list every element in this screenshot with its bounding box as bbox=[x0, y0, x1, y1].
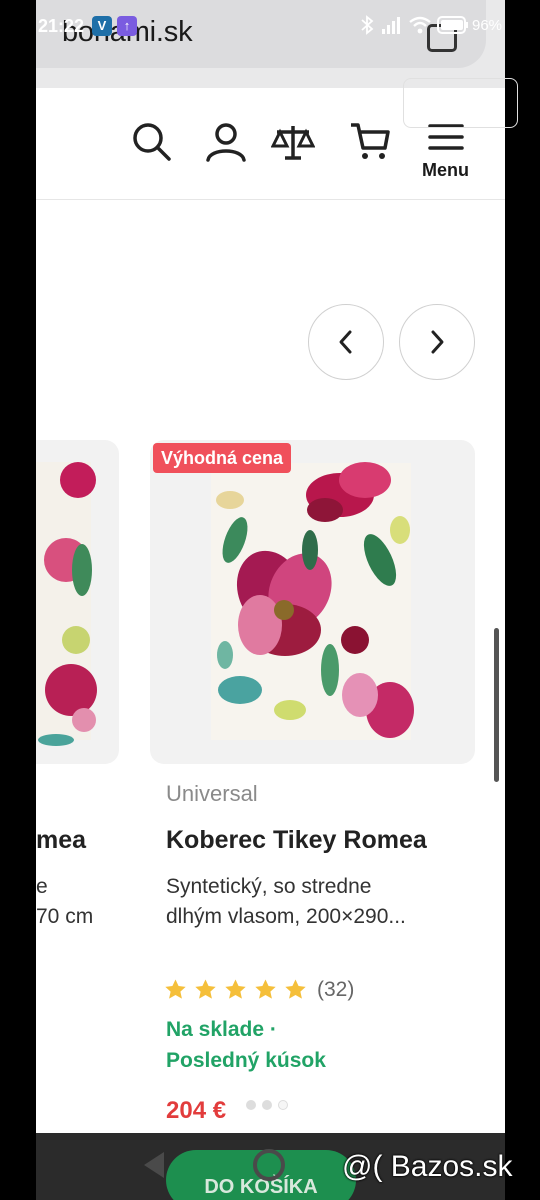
account-icon[interactable] bbox=[204, 120, 248, 164]
product-image[interactable] bbox=[150, 440, 475, 764]
menu-label[interactable]: Menu bbox=[422, 160, 469, 181]
deal-badge: Výhodná cena bbox=[153, 443, 292, 473]
stock-line: Na sklade · bbox=[166, 1018, 277, 1041]
chevron-right-icon bbox=[431, 330, 444, 354]
review-count[interactable]: (32) bbox=[317, 978, 354, 1002]
carousel-prev-button[interactable] bbox=[308, 304, 384, 380]
product-title-left[interactable]: mea bbox=[36, 826, 86, 855]
app-badge-upload-icon: ↑ bbox=[117, 16, 137, 36]
star-icon bbox=[225, 979, 246, 999]
compare-icon[interactable] bbox=[271, 120, 315, 164]
wifi-icon bbox=[409, 16, 431, 34]
bluetooth-icon bbox=[361, 15, 374, 35]
stock-status: Na sklade · Posledný kúsok bbox=[166, 1014, 326, 1076]
desc-line: e bbox=[36, 875, 48, 898]
product-price: 204 € bbox=[166, 1097, 227, 1124]
rating-stars bbox=[164, 978, 307, 1001]
product-image-left[interactable] bbox=[36, 440, 119, 764]
star-icon bbox=[165, 979, 186, 999]
floral-rug-image bbox=[36, 462, 97, 746]
status-bar: 21:22 V ↑ 96% bbox=[0, 0, 540, 52]
star-icon bbox=[195, 979, 216, 999]
desc-line: dlhým vlasom, 200×290... bbox=[166, 905, 406, 928]
home-nav-icon[interactable] bbox=[253, 1149, 285, 1181]
carousel-dot[interactable] bbox=[262, 1100, 272, 1110]
app-badge-v: V bbox=[92, 16, 112, 36]
signal-icon bbox=[382, 17, 400, 34]
web-page: bonami.sk bbox=[36, 0, 505, 1200]
carousel-dot-active[interactable] bbox=[278, 1100, 288, 1110]
floral-rug-image bbox=[211, 462, 414, 740]
search-icon[interactable] bbox=[130, 120, 174, 164]
product-desc-left: e 70 cm bbox=[36, 872, 93, 932]
star-icon bbox=[255, 979, 276, 999]
close-button[interactable]: Zatvoriť bbox=[403, 78, 518, 128]
stock-line: Posledný kúsok bbox=[166, 1049, 326, 1072]
battery-icon bbox=[437, 16, 468, 34]
carousel-dot[interactable] bbox=[246, 1100, 256, 1110]
product-brand[interactable]: Universal bbox=[166, 781, 258, 807]
battery-percent: 96% bbox=[472, 17, 503, 34]
carousel-next-button[interactable] bbox=[399, 304, 475, 380]
carousel-dots bbox=[246, 1100, 288, 1110]
back-nav-icon[interactable] bbox=[144, 1152, 164, 1178]
clock: 21:22 bbox=[38, 16, 85, 36]
desc-line: 70 cm bbox=[36, 905, 94, 928]
watermark: @( Bazos.sk bbox=[342, 1150, 513, 1183]
desc-line: Syntetický, so stredne bbox=[166, 875, 372, 898]
page-scrollbar[interactable] bbox=[494, 628, 499, 782]
chevron-left-icon bbox=[339, 330, 352, 354]
star-icon bbox=[285, 979, 306, 999]
product-description: Syntetický, so stredne dlhým vlasom, 200… bbox=[166, 872, 466, 932]
product-title[interactable]: Koberec Tikey Romea bbox=[166, 826, 427, 855]
cart-icon[interactable] bbox=[348, 120, 392, 164]
